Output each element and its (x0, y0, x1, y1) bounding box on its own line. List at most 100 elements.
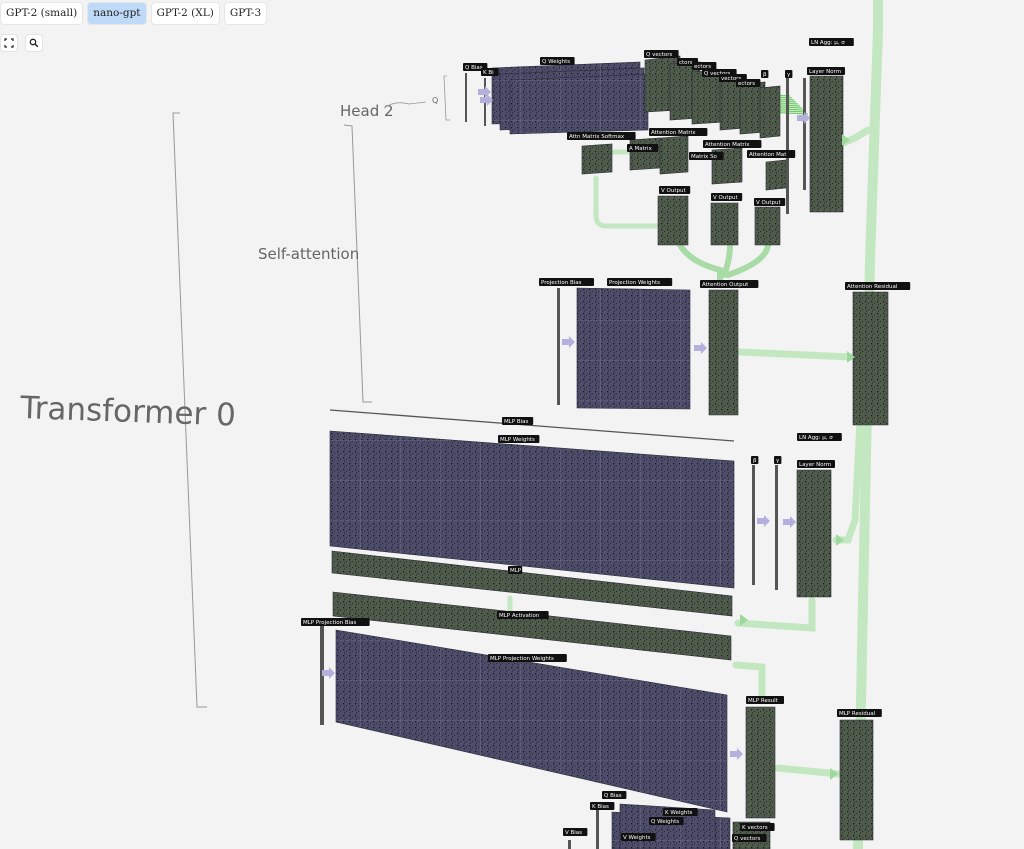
block-label: Attention Residual (845, 282, 911, 290)
block-label: V Bias (563, 828, 588, 836)
block-label: Attention Matrix (649, 128, 708, 136)
svg-text:Layer Norm: Layer Norm (799, 462, 831, 468)
svg-text:MLP: MLP (510, 568, 522, 574)
svg-text:Attention Matrix: Attention Matrix (651, 130, 696, 136)
q-vectors-block-6 (759, 85, 781, 139)
block-label: Q Weights (649, 817, 684, 825)
svg-text:V Output: V Output (756, 200, 781, 206)
block-label: V Output (711, 193, 743, 201)
block-label: K Bi (481, 68, 499, 76)
svg-text:Attn Matrix Softmax: Attn Matrix Softmax (569, 134, 625, 140)
svg-text:A Matrix: A Matrix (629, 146, 653, 152)
flow-path (736, 348, 854, 361)
svg-text:MLP Bias: MLP Bias (504, 419, 529, 425)
block-label: LN Agg: μ, σ (809, 38, 854, 46)
residual-arrow (836, 534, 844, 546)
svg-text:K Bias: K Bias (592, 804, 609, 810)
block-label: K Weights (663, 808, 698, 816)
flow-path (725, 242, 771, 278)
svg-text:Matrix So: Matrix So (691, 154, 718, 160)
block-label: LN Agg: μ, σ (797, 433, 842, 441)
transformer-scene[interactable]: Q BiasK BiQ WeightsQ vectorsctorsectorsQ… (0, 0, 1024, 849)
block-label: K vectors (740, 823, 775, 831)
block-label: K Bias (590, 802, 615, 810)
block-label: V Weights (621, 833, 656, 841)
svg-text:ectors: ectors (738, 81, 755, 87)
flow-path (677, 242, 723, 288)
bias-bar (557, 288, 560, 405)
svg-text:K vectors: K vectors (742, 825, 768, 831)
flow-arrow (730, 748, 743, 760)
svg-text:ctors: ctors (679, 60, 693, 66)
block-label: ectors (692, 62, 717, 70)
svg-text:V Output: V Output (661, 188, 686, 194)
head-title: Head 2 (340, 102, 394, 120)
v-output-block-2 (710, 202, 739, 246)
attention-matrix-block-4 (765, 159, 787, 191)
attention-output-block (708, 289, 739, 416)
svg-text:V Weights: V Weights (623, 835, 651, 841)
svg-text:Attention Residual: Attention Residual (847, 284, 898, 290)
block-label: V Output (659, 186, 691, 194)
block-label: MLP Weights (498, 435, 540, 443)
svg-text:Projection Bias: Projection Bias (541, 280, 582, 286)
svg-text:K Weights: K Weights (665, 810, 693, 816)
flow-path (734, 596, 816, 632)
svg-text:Layer Norm: Layer Norm (809, 69, 841, 75)
projection-weights-block (576, 287, 691, 410)
svg-text:Q Weights: Q Weights (651, 819, 679, 825)
svg-text:V Output: V Output (713, 195, 738, 201)
flow-arrow (783, 516, 796, 528)
svg-text:Attention Mat: Attention Mat (749, 152, 787, 158)
v-output-block (657, 195, 689, 246)
block-label: Attention Mat (747, 150, 796, 158)
bias-bar (465, 73, 467, 122)
flow-path (721, 242, 733, 278)
v-weights-block (509, 73, 649, 135)
flow-path (774, 764, 842, 778)
svg-text:MLP Activation: MLP Activation (499, 613, 540, 619)
bias-bar (786, 78, 789, 214)
block-label: β (761, 70, 769, 78)
block-label: Q Bias (602, 791, 627, 799)
block-label: Q vectors (644, 50, 679, 58)
block-label: MLP Result (746, 696, 784, 704)
block-label: MLP Projection Weights (488, 654, 567, 662)
block-label: Layer Norm (807, 67, 845, 75)
svg-text:V Bias: V Bias (565, 830, 582, 836)
block-label: Projection Bias (539, 278, 594, 286)
self-attention-title: Self-attention (258, 245, 359, 263)
svg-text:MLP Projection Weights: MLP Projection Weights (490, 656, 554, 662)
svg-text:Q Bias: Q Bias (465, 65, 483, 71)
svg-text:MLP Projection Bias: MLP Projection Bias (303, 620, 356, 626)
residual-arrow (830, 768, 838, 780)
block-label: MLP Bias (502, 417, 534, 425)
svg-text:LN Agg: μ, σ: LN Agg: μ, σ (799, 435, 833, 441)
block-label: γ (785, 70, 793, 78)
svg-text:Projection Weights: Projection Weights (609, 280, 660, 286)
bias-bar (752, 465, 755, 585)
block-label: V Output (754, 198, 786, 206)
block-label: Q vectors (732, 834, 767, 842)
block-label: Layer Norm (797, 460, 835, 468)
attention-residual-block (852, 291, 889, 426)
layer-norm-block (809, 75, 844, 213)
svg-text:Attention Output: Attention Output (702, 282, 749, 288)
v-output-block-3 (754, 206, 781, 246)
flow-path (593, 175, 663, 229)
svg-text:Attention Matrix: Attention Matrix (705, 142, 750, 148)
block-label: Attention Output (700, 280, 759, 288)
block-label: MLP Projection Bias (301, 618, 370, 626)
svg-text:Q vectors: Q vectors (734, 836, 761, 842)
block-label: MLP Residual (837, 709, 882, 717)
svg-text:β: β (753, 458, 757, 464)
attention-matrix-block-2 (659, 135, 689, 175)
q-bracket (443, 75, 450, 121)
attention-matrix-block (629, 137, 661, 171)
q-annotation: Q (432, 96, 438, 105)
transformer-title: Transformer 0 (19, 390, 237, 434)
svg-text:β: β (763, 72, 767, 78)
block-label: Q Weights (540, 57, 575, 65)
block-label: Attention Matrix (703, 140, 762, 148)
mlp-residual-block (839, 719, 874, 841)
